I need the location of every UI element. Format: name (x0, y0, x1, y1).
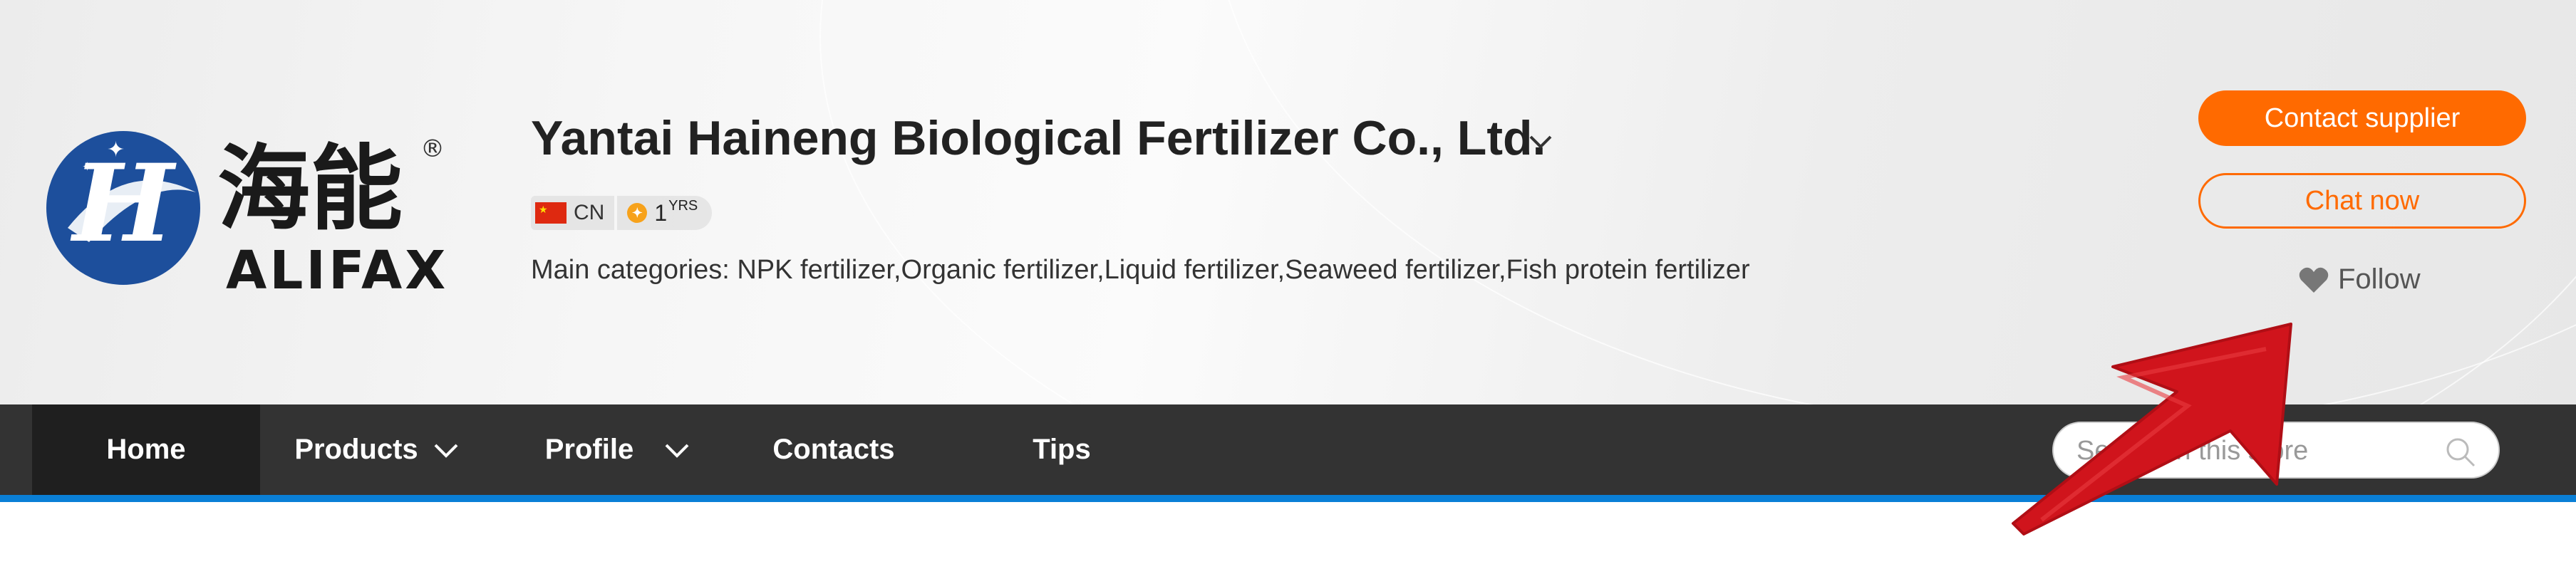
follow-label: Follow (2338, 263, 2421, 295)
years-number: 1 (654, 199, 668, 226)
search-icon[interactable] (2444, 436, 2477, 469)
contact-supplier-button[interactable]: Contact supplier (2198, 90, 2526, 146)
main-categories: Main categories: NPK fertilizer,Organic … (531, 255, 1750, 285)
nav-profile-label: Profile (544, 434, 634, 465)
chevron-down-icon (434, 444, 458, 458)
nav-contacts[interactable]: Contacts (755, 404, 912, 495)
nav-home-label: Home (106, 434, 186, 465)
search-input[interactable] (2075, 430, 2434, 471)
logo-latin-text: ALIFAX (226, 240, 448, 301)
chat-now-button[interactable]: Chat now (2198, 173, 2526, 229)
logo-graphic: H ✦ ✦ 海能 ® ALIFAX (46, 131, 448, 301)
nav-tips-label: Tips (1033, 434, 1091, 465)
svg-text:✦: ✦ (107, 138, 125, 162)
years-badge: ✦ 1 YRS (617, 196, 713, 230)
nav-profile[interactable]: Profile (533, 404, 704, 495)
logo-registered-mark: ® (420, 135, 445, 163)
nav-home[interactable]: Home (32, 404, 260, 495)
navbar-underline (0, 495, 2576, 502)
nav-tips[interactable]: Tips (998, 404, 1126, 495)
logo-chinese-text: 海能 (217, 135, 403, 243)
heart-icon (2299, 267, 2329, 293)
follow-button[interactable]: Follow (2298, 263, 2421, 296)
company-name[interactable]: Yantai Haineng Biological Fertilizer Co.… (531, 110, 1546, 166)
chevron-down-icon (665, 444, 689, 458)
store-header: H ✦ ✦ 海能 ® ALIFAX Yantai Haineng Biologi… (0, 0, 2576, 404)
nav-products-label: Products (294, 434, 418, 465)
store-search[interactable] (2052, 422, 2500, 479)
country-code: CN (574, 201, 605, 224)
svg-text:✦: ✦ (82, 160, 93, 174)
nav-contacts-label: Contacts (772, 434, 895, 465)
company-logo[interactable]: H ✦ ✦ 海能 ® ALIFAX (39, 114, 460, 303)
gold-coin-icon: ✦ (627, 203, 648, 223)
years-unit: YRS (668, 197, 698, 214)
store-badges: ★ CN ✦ 1 YRS (531, 196, 713, 230)
country-badge: ★ CN (531, 196, 615, 230)
china-flag-icon: ★ (535, 202, 567, 224)
nav-products[interactable]: Products (285, 404, 470, 495)
chevron-down-icon[interactable] (1525, 127, 1556, 158)
